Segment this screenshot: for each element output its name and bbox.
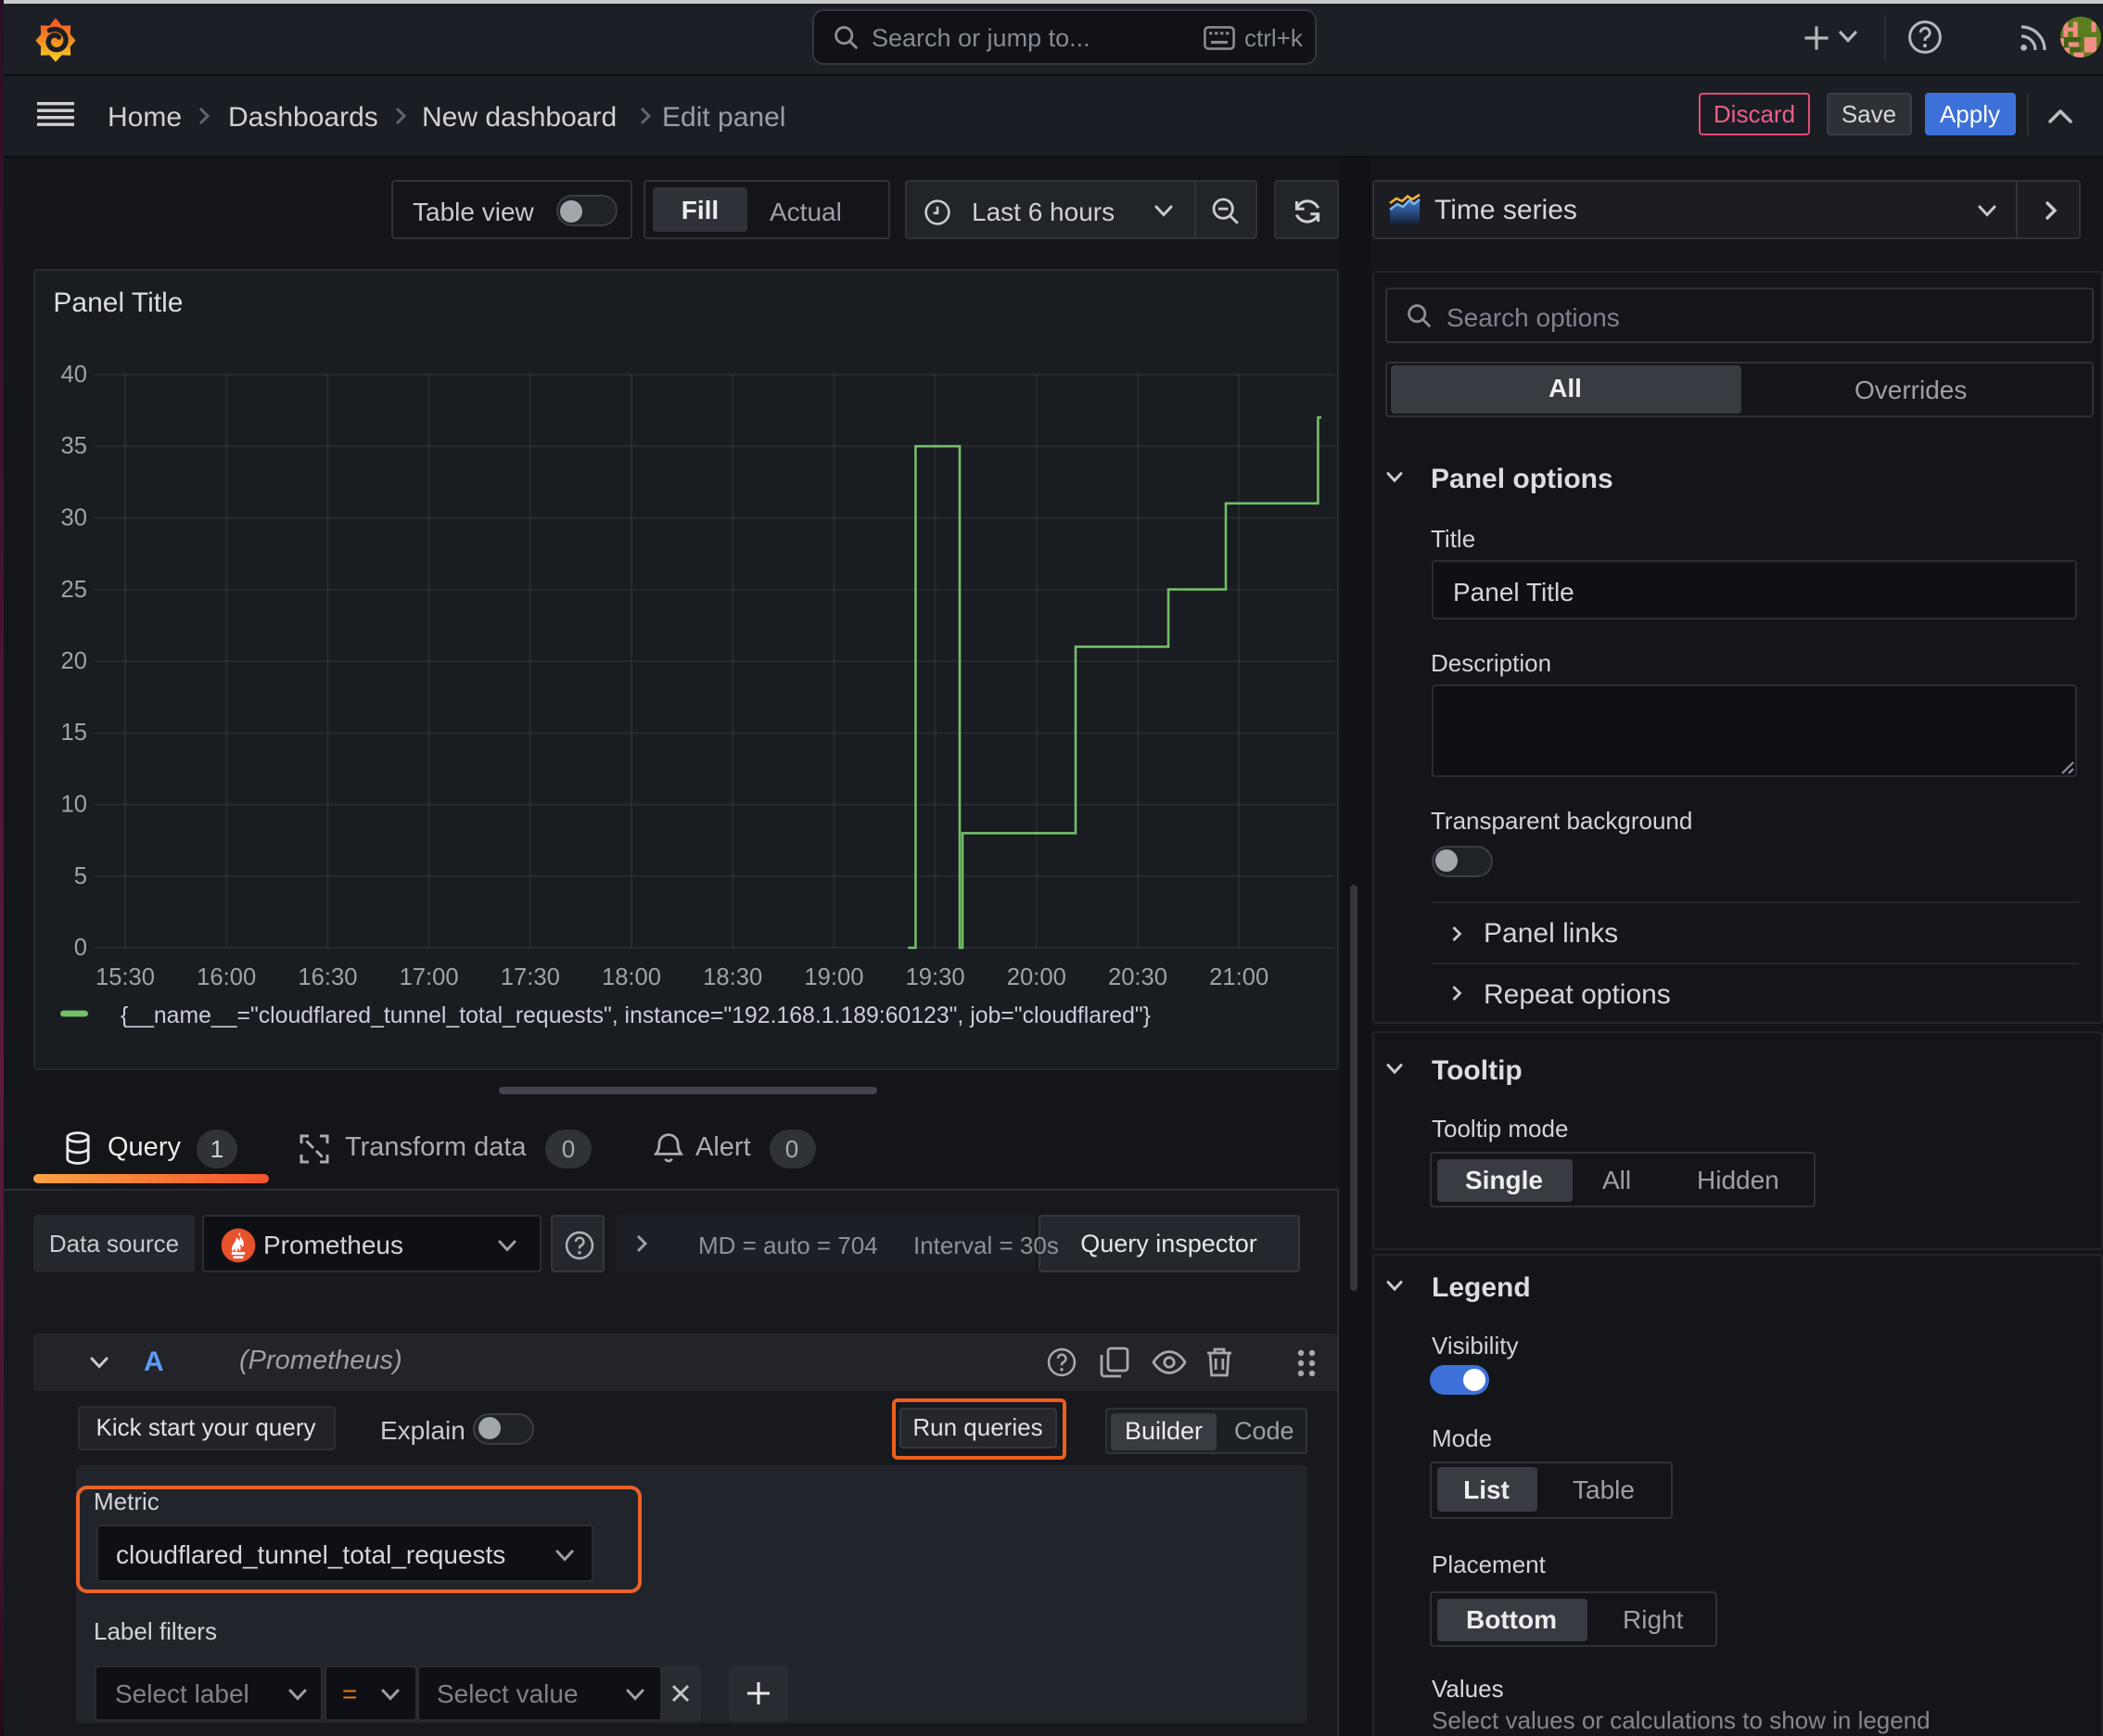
svg-text:19:30: 19:30 (905, 964, 964, 990)
svg-text:15:30: 15:30 (95, 964, 154, 990)
svg-text:0: 0 (73, 935, 86, 961)
svg-text:{__name__="cloudflared_tunnel_: {__name__="cloudflared_tunnel_total_requ… (120, 1003, 1150, 1028)
svg-text:30: 30 (60, 504, 86, 530)
svg-text:25: 25 (60, 577, 86, 603)
svg-text:21:00: 21:00 (1209, 964, 1268, 990)
svg-text:16:30: 16:30 (298, 964, 357, 990)
svg-text:40: 40 (60, 362, 86, 388)
svg-text:18:00: 18:00 (601, 964, 660, 990)
svg-text:16:00: 16:00 (197, 964, 256, 990)
svg-text:35: 35 (60, 433, 86, 459)
svg-text:18:30: 18:30 (703, 964, 762, 990)
svg-text:17:00: 17:00 (399, 964, 458, 990)
svg-text:15: 15 (60, 720, 86, 746)
svg-text:19:00: 19:00 (804, 964, 863, 990)
svg-text:20: 20 (60, 648, 86, 674)
svg-text:20:30: 20:30 (1107, 964, 1166, 990)
svg-text:20:00: 20:00 (1006, 964, 1065, 990)
svg-text:10: 10 (60, 792, 86, 818)
svg-text:17:30: 17:30 (500, 964, 559, 990)
svg-text:5: 5 (73, 863, 86, 889)
